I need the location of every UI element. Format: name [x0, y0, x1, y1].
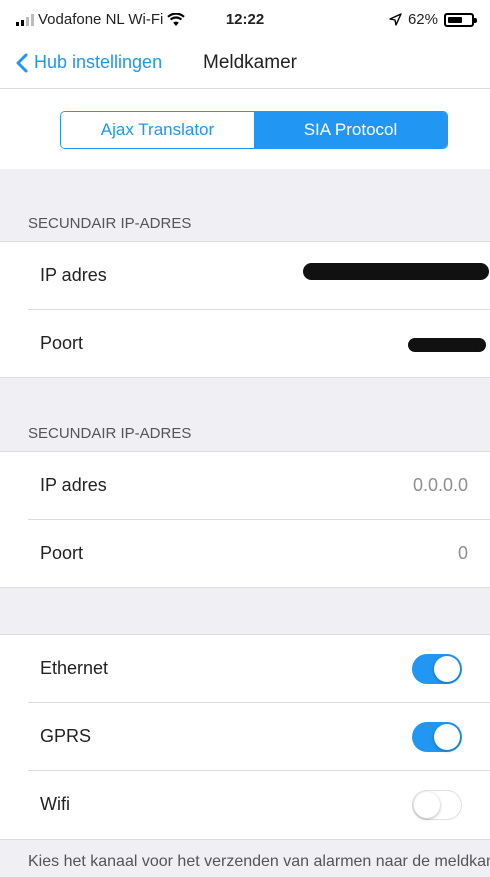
protocol-segmented-control: Ajax Translator SIA Protocol	[60, 111, 448, 149]
channel-label-wifi: Wifi	[40, 794, 70, 814]
ip-address-row-1[interactable]: IP adres	[0, 242, 490, 310]
section-spacer	[0, 588, 490, 635]
back-button[interactable]: Hub instellingen	[16, 52, 162, 73]
tab-ajax-translator[interactable]: Ajax Translator	[61, 112, 254, 148]
port-row-2[interactable]: Poort 0	[0, 520, 490, 588]
section-spacer	[0, 378, 490, 406]
port-label: Poort	[40, 333, 84, 353]
ip-address-label: IP adres	[40, 475, 107, 495]
ip-address-label: IP adres	[40, 265, 107, 285]
redacted-ip-value	[303, 263, 489, 280]
channel-row-gprs: GPRS	[0, 703, 490, 771]
page-title: Meldkamer	[203, 52, 297, 73]
back-button-label[interactable]: Hub instellingen	[34, 52, 162, 73]
navigation-bar: Hub instellingen Meldkamer	[0, 40, 490, 89]
channel-row-wifi: Wifi	[0, 771, 490, 839]
status-bar: Vodafone NL Wi-Fi 12:22 62%	[0, 0, 490, 40]
ip-address-row-2[interactable]: IP adres 0.0.0.0	[0, 452, 490, 520]
ethernet-toggle[interactable]	[412, 654, 462, 684]
section-header-secundair-ip-2: SECUNDAIR IP-ADRES	[0, 406, 490, 452]
footer-note: Kies het kanaal voor het verzenden van a…	[0, 839, 490, 877]
ip-address-value: 0.0.0.0	[412, 475, 468, 495]
status-right: 62%	[389, 11, 477, 28]
channel-row-ethernet: Ethernet	[0, 635, 490, 703]
section-header-secundair-ip-1: SECUNDAIR IP-ADRES	[0, 197, 490, 242]
port-value: 0	[457, 543, 468, 563]
channel-label-gprs: GPRS	[40, 726, 92, 746]
battery-percent: 62%	[407, 11, 438, 28]
port-label: Poort	[40, 543, 84, 563]
footer-note-text: Kies het kanaal voor het verzenden van a…	[28, 853, 490, 870]
battery-icon	[444, 12, 477, 27]
channel-label-ethernet: Ethernet	[40, 658, 109, 678]
wifi-toggle[interactable]	[412, 790, 462, 820]
redacted-port-value	[408, 338, 486, 352]
location-icon	[389, 13, 402, 26]
gprs-toggle[interactable]	[412, 722, 462, 752]
tab-sia-protocol[interactable]: SIA Protocol	[254, 112, 447, 148]
port-row-1[interactable]: Poort	[0, 310, 490, 378]
section-spacer	[0, 169, 490, 197]
chevron-left-icon	[16, 53, 28, 72]
